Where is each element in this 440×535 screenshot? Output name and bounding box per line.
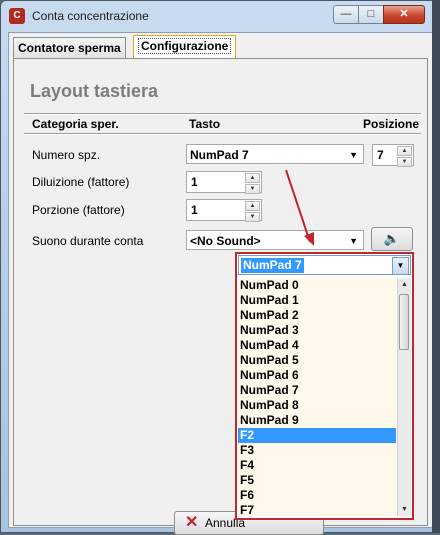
divider [24,113,421,115]
sound-select-value: <No Sound> [190,234,261,248]
dropdown-list: NumPad 0 NumPad 1 NumPad 2 NumPad 3 NumPad 4… [238,278,396,516]
dropdown-item[interactable]: NumPad 4 [238,338,396,353]
page-title: Layout tastiera [30,81,159,101]
dropdown-item[interactable]: NumPad 3 [238,323,396,338]
close-button[interactable]: ✕ [383,5,425,24]
window-title: Conta concentrazione [32,9,149,23]
column-header-key: Tasto [189,117,221,131]
dropdown-item[interactable]: NumPad 7 [238,383,396,398]
diluizione-label: Diluizione (fattore) [32,175,130,189]
dropdown-item[interactable]: NumPad 8 [238,398,396,413]
background-desktop [432,0,440,533]
spin-up-icon[interactable]: ▲ [245,201,260,211]
dropdown-item[interactable]: NumPad 0 [238,278,396,293]
position-value: 7 [377,148,384,162]
tab-label: Contatore sperma [18,41,121,55]
scrollbar[interactable]: ▲ ▼ [397,278,411,516]
key-select-numero[interactable]: NumPad 7 ▼ [186,144,364,164]
dropdown-item[interactable]: F7 [238,503,396,516]
scroll-down-icon[interactable]: ▼ [398,503,411,516]
suono-label: Suono durante conta [32,234,144,248]
scroll-thumb[interactable] [399,294,409,350]
speaker-icon: 🔈 [383,231,401,246]
chevron-down-icon: ▼ [349,150,358,160]
porzione-label: Porzione (fattore) [32,203,125,217]
chevron-down-icon[interactable]: ▼ [392,257,409,275]
dropdown-item[interactable]: F2 [238,428,396,443]
dropdown-item[interactable]: F3 [238,443,396,458]
column-header-category: Categoria sper. [32,117,119,131]
spin-down-icon[interactable]: ▼ [245,212,260,222]
porzione-stepper[interactable]: 1 ▲ ▼ [186,199,262,222]
chevron-down-icon: ▼ [349,236,358,246]
dropdown-item[interactable]: NumPad 5 [238,353,396,368]
minimize-button[interactable]: — [333,5,359,24]
sound-select[interactable]: <No Sound> ▼ [186,230,364,250]
tab-contatore-sperma[interactable]: Contatore sperma [13,37,126,58]
spin-down-icon[interactable]: ▼ [397,157,412,167]
dropdown-item[interactable]: F5 [238,473,396,488]
dropdown-item[interactable]: F4 [238,458,396,473]
speaker-button[interactable]: 🔈 [371,227,413,251]
dropdown-item[interactable]: NumPad 9 [238,413,396,428]
position-stepper[interactable]: 7 ▲ ▼ [372,144,414,167]
tab-configurazione[interactable]: Configurazione [133,35,237,58]
divider [24,133,421,135]
diluizione-stepper[interactable]: 1 ▲ ▼ [186,171,262,194]
spin-up-icon[interactable]: ▲ [397,146,412,156]
spin-up-icon[interactable]: ▲ [245,173,260,183]
dropdown-field[interactable]: NumPad 7 ▼ [238,255,411,275]
spin-down-icon[interactable]: ▼ [245,184,260,194]
tab-label: Configurazione [138,38,232,54]
title-bar[interactable]: C Conta concentrazione — □ ✕ [1,1,439,31]
column-header-position: Posizione [363,117,420,131]
dropdown-item[interactable]: NumPad 6 [238,368,396,383]
dropdown-item[interactable]: NumPad 2 [238,308,396,323]
key-select-value: NumPad 7 [190,148,249,162]
maximize-button[interactable]: □ [358,5,384,24]
numero-label: Numero spz. [32,148,101,162]
diluizione-value: 1 [191,175,198,189]
dropdown-selected-value: NumPad 7 [241,258,304,273]
scroll-up-icon[interactable]: ▲ [398,278,411,291]
dropdown-item[interactable]: NumPad 1 [238,293,396,308]
close-icon: ✕ [185,514,199,531]
app-icon: C [9,8,25,24]
key-dropdown[interactable]: NumPad 7 ▼ NumPad 0 NumPad 1 NumPad 2 NumPa… [235,252,414,520]
dropdown-item[interactable]: F6 [238,488,396,503]
porzione-value: 1 [191,203,198,217]
